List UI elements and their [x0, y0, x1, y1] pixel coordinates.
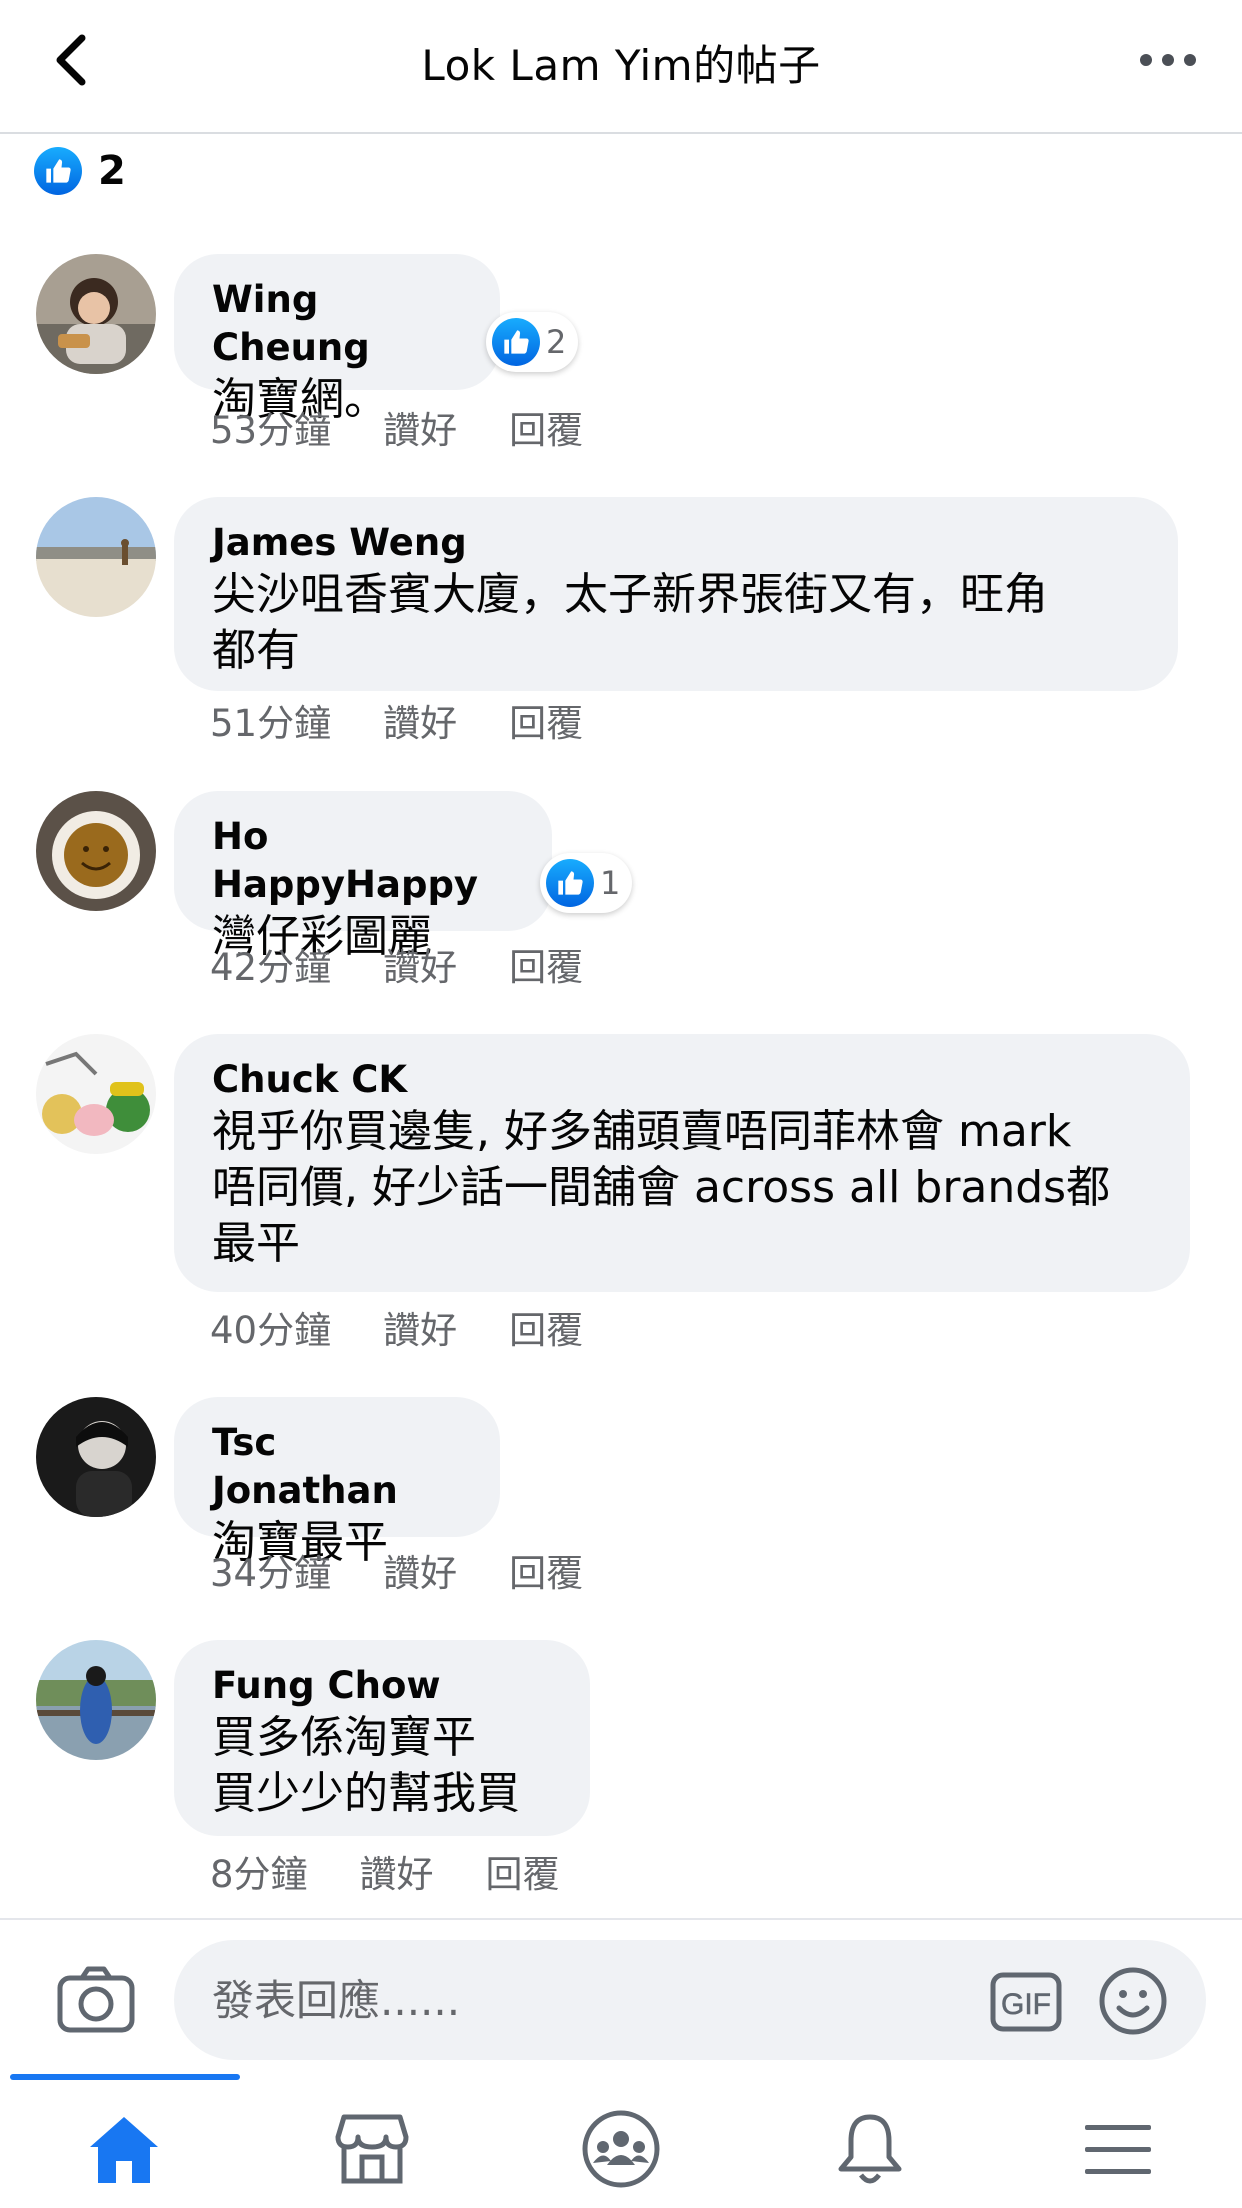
comment-text-line: 尖沙咀香賓大廈，太子新界張街又有，旺角 [212, 569, 1048, 620]
menu-icon [1085, 2125, 1151, 2174]
reaction-count: 2 [546, 323, 567, 361]
reply-comment-link[interactable]: 回覆 [509, 400, 583, 454]
comment-bubble[interactable]: James Weng 尖沙咀香賓大廈，太子新界張街又有，旺角 都有 [174, 497, 1178, 691]
gif-button[interactable]: GIF [990, 1972, 1062, 2032]
comment-author[interactable]: Tsc Jonathan [212, 1419, 462, 1515]
comment-time[interactable]: 51分鐘 [210, 693, 331, 747]
more-icon [1140, 54, 1196, 66]
camera-icon [57, 1966, 135, 2033]
tab-menu[interactable] [1068, 2104, 1168, 2194]
active-tab-indicator [10, 2074, 240, 2080]
comment-text-line: 買多係淘寶平 [212, 1712, 476, 1763]
like-comment-link[interactable]: 讚好 [383, 693, 457, 747]
comment-bubble[interactable]: Fung Chow 買多係淘寶平 買少少的幫我買 [174, 1640, 590, 1836]
comment-time[interactable]: 42分鐘 [210, 937, 331, 991]
comment-text-line: 唔同價, 好少話一間舖會 across all brands都 [212, 1162, 1111, 1213]
gif-icon: GIF [990, 1972, 1062, 2032]
comment-meta: 53分鐘 讚好 回覆 [210, 402, 583, 452]
tab-home[interactable] [74, 2104, 174, 2194]
comment-time[interactable]: 40分鐘 [210, 1300, 331, 1354]
comment-author[interactable]: Chuck CK [212, 1056, 1152, 1104]
tab-groups[interactable] [571, 2104, 671, 2194]
svg-text:GIF: GIF [1001, 1988, 1051, 2021]
comment-bubble[interactable]: Wing Cheung 淘寶網。 [174, 254, 500, 425]
comment-time[interactable]: 53分鐘 [210, 400, 331, 454]
comment-bubble[interactable]: Tsc Jonathan 淘寶最平 [174, 1397, 500, 1568]
comment-text-line: 視乎你買邊隻, 好多舖頭賣唔同菲林會 mark [212, 1106, 1072, 1157]
home-icon [90, 2117, 158, 2183]
like-comment-link[interactable]: 讚好 [360, 1844, 434, 1898]
comment-meta: 51分鐘 讚好 回覆 [210, 695, 583, 745]
top-bar: Lok Lam Yim的帖子 [0, 0, 1242, 134]
smiley-icon [1099, 1967, 1167, 2035]
comment-author[interactable]: Fung Chow [212, 1662, 552, 1710]
reply-comment-link[interactable]: 回覆 [509, 693, 583, 747]
comment-time[interactable]: 34分鐘 [210, 1543, 331, 1597]
avatar[interactable] [36, 497, 156, 617]
comment-author[interactable]: James Weng [212, 519, 1140, 567]
reply-comment-link[interactable]: 回覆 [509, 937, 583, 991]
like-comment-link[interactable]: 讚好 [383, 400, 457, 454]
like-reaction-icon [492, 318, 540, 366]
post-reaction-count: 2 [98, 148, 126, 194]
reaction-count: 1 [600, 864, 621, 902]
camera-button[interactable] [56, 1964, 136, 2034]
comment-text-line: 買少少的幫我買 [212, 1768, 520, 1819]
tab-notifications[interactable] [820, 2104, 920, 2194]
comment-meta: 8分鐘 讚好 回覆 [210, 1846, 560, 1896]
avatar[interactable] [36, 254, 156, 374]
avatar[interactable] [36, 1397, 156, 1517]
comment-reaction-badge[interactable]: 2 [486, 312, 579, 372]
comment-text-line: 最平 [212, 1218, 300, 1269]
comment-composer: GIF [0, 1918, 1242, 2076]
comment-meta: 34分鐘 讚好 回覆 [210, 1545, 583, 1595]
comment-bubble[interactable]: Chuck CK 視乎你買邊隻, 好多舖頭賣唔同菲林會 mark 唔同價, 好少… [174, 1034, 1190, 1292]
avatar[interactable] [36, 1034, 156, 1154]
reply-comment-link[interactable]: 回覆 [509, 1300, 583, 1354]
avatar[interactable] [36, 791, 156, 911]
comment-meta: 40分鐘 讚好 回覆 [210, 1302, 583, 1352]
bell-icon [838, 2114, 902, 2184]
avatar[interactable] [36, 1640, 156, 1760]
comment-text-line: 都有 [212, 625, 300, 676]
post-reaction-summary[interactable]: 2 [34, 146, 126, 196]
comment-reaction-badge[interactable]: 1 [540, 853, 633, 913]
emoji-button[interactable] [1098, 1966, 1168, 2036]
tab-marketplace[interactable] [322, 2104, 422, 2194]
like-comment-link[interactable]: 讚好 [383, 1543, 457, 1597]
page-title: Lok Lam Yim的帖子 [421, 41, 821, 90]
comment-meta: 42分鐘 讚好 回覆 [210, 939, 583, 989]
bottom-tab-bar [0, 2074, 1242, 2208]
more-options-button[interactable] [1138, 48, 1198, 72]
comment-time[interactable]: 8分鐘 [210, 1844, 308, 1898]
like-reaction-icon [34, 147, 82, 195]
comment-author[interactable]: Ho HappyHappy [212, 813, 514, 909]
like-comment-link[interactable]: 讚好 [383, 937, 457, 991]
comment-bubble[interactable]: Ho HappyHappy 灣仔彩圖麗 [174, 791, 552, 962]
like-comment-link[interactable]: 讚好 [383, 1300, 457, 1354]
groups-icon [582, 2110, 660, 2188]
marketplace-icon [335, 2114, 409, 2184]
reply-comment-link[interactable]: 回覆 [486, 1844, 560, 1898]
comment-author[interactable]: Wing Cheung [212, 276, 462, 372]
reply-comment-link[interactable]: 回覆 [509, 1543, 583, 1597]
like-reaction-icon [546, 859, 594, 907]
